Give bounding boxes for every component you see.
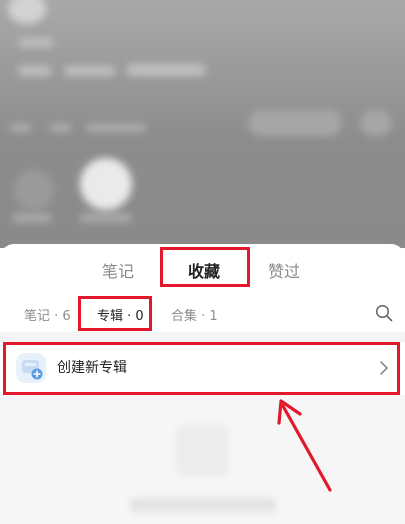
main-tab-bar: 笔记 收藏 赞过	[0, 244, 405, 296]
blurred-label-2	[80, 214, 132, 222]
blurred-add-icon	[14, 170, 54, 210]
tab-notes[interactable]: 笔记	[102, 258, 134, 282]
blurred-stat-1	[10, 124, 32, 132]
blurred-username	[18, 38, 54, 47]
blurred-avatar	[8, 0, 46, 24]
tab-liked[interactable]: 赞过	[268, 258, 300, 282]
collection-sheet: 笔记 收藏 赞过 笔记 · 6 专辑 · 0 合集 · 1 创建新专辑	[0, 244, 405, 524]
section-divider	[0, 332, 405, 342]
annotation-arrow-icon	[277, 399, 332, 492]
blurred-stat-2	[50, 124, 72, 132]
blurred-edit-profile-button	[248, 110, 342, 136]
empty-hint-blurred	[130, 498, 276, 512]
subtab-notes[interactable]: 笔记 · 6	[24, 305, 71, 324]
blurred-info-1	[18, 66, 52, 76]
blurred-profile-content	[0, 0, 405, 248]
blurred-settings-button	[360, 110, 392, 136]
empty-illustration-icon	[176, 425, 228, 477]
subtab-collections[interactable]: 合集 · 1	[171, 305, 218, 324]
empty-album-area	[0, 395, 405, 524]
blurred-label-1	[12, 214, 52, 222]
create-album-label: 创建新专辑	[57, 360, 127, 376]
chevron-right-icon	[380, 361, 388, 375]
blurred-info-2	[64, 66, 116, 76]
subtab-albums[interactable]: 专辑 · 0	[97, 305, 144, 324]
profile-header-background	[0, 0, 405, 248]
search-icon[interactable]	[375, 304, 393, 322]
create-album-row[interactable]: 创建新专辑	[6, 345, 397, 392]
tab-favorites[interactable]: 收藏	[188, 258, 220, 282]
blurred-story-circle	[80, 158, 132, 210]
blurred-info-3	[126, 64, 206, 76]
sub-tab-bar: 笔记 · 6 专辑 · 0 合集 · 1	[0, 296, 405, 332]
album-add-icon	[16, 353, 46, 383]
blurred-stat-3	[86, 124, 146, 132]
